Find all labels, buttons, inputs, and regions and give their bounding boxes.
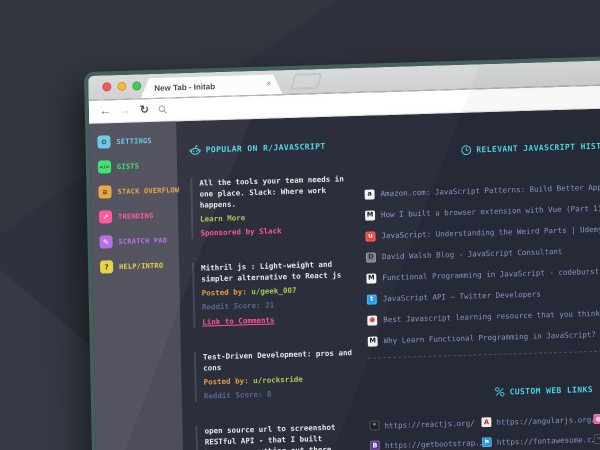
post-author[interactable]: u/rocksride bbox=[253, 375, 303, 385]
link-icon bbox=[494, 387, 504, 397]
learn-more-link[interactable]: Learn More bbox=[200, 209, 353, 225]
sidebar-item-label: HELP/INTRO bbox=[119, 261, 163, 270]
minimize-window-button[interactable] bbox=[117, 82, 126, 91]
post-title[interactable]: open source url to screenshot RESTful AP… bbox=[204, 421, 358, 450]
reddit-post: open source url to screenshot RESTful AP… bbox=[195, 421, 358, 450]
reddit-score: Reddit Score: 21 bbox=[202, 297, 355, 313]
react-favicon-icon: * bbox=[369, 420, 379, 430]
sidebar-item-stack-overflow[interactable]: ≡ STACK OVERFLOW bbox=[90, 177, 177, 205]
browser-tab[interactable]: New Tab - Initab × bbox=[140, 74, 282, 98]
posted-by-row: Posted by: u/rocksride bbox=[203, 372, 356, 388]
sidebar-item-scratch-pad[interactable]: ✎ SCRATCH PAD bbox=[91, 227, 178, 255]
question-mark-icon: ? bbox=[100, 260, 113, 273]
amazon-favicon-icon: a bbox=[365, 189, 375, 199]
trending-chart-icon: ↗ bbox=[99, 210, 112, 223]
reddit-section-header: POPULAR ON R/JAVASCRIPT bbox=[190, 140, 352, 156]
right-column: RELEVANT JAVASCRIPT HISTORY a Amazon.com… bbox=[363, 104, 600, 450]
window-controls bbox=[102, 81, 141, 91]
browser-window: New Tab - Initab × ← → ↻ ⚙ bbox=[84, 55, 600, 450]
stack-icon: ≡ bbox=[98, 185, 111, 198]
reload-icon[interactable]: ↻ bbox=[140, 105, 149, 116]
sponsored-link[interactable]: Sponsored by Slack bbox=[200, 223, 353, 239]
posted-by-label: Posted by: bbox=[202, 287, 247, 297]
sidebar: ⚙ SETTINGS </> GISTS ≡ STACK OVERFLOW ↗ … bbox=[89, 121, 184, 450]
section-title: RELEVANT JAVASCRIPT HISTORY bbox=[476, 141, 600, 154]
sidebar-item-label: TRENDING bbox=[118, 212, 153, 221]
sidebar-item-label: GISTS bbox=[117, 162, 139, 171]
angular-favicon-icon: A bbox=[481, 417, 491, 427]
dark-site-favicon-icon: ⚑ bbox=[594, 434, 600, 444]
history-link-text: How I built a browser extension with Vue… bbox=[381, 203, 600, 220]
code-icon: </> bbox=[98, 160, 111, 173]
medium-favicon-icon: M bbox=[366, 273, 376, 283]
custom-link[interactable]: ⚑ https://fontawesome.c… bbox=[482, 434, 594, 447]
twitter-favicon-icon: t bbox=[367, 294, 377, 304]
tab-title: New Tab - Initab bbox=[154, 82, 215, 93]
custom-links-section-header: CUSTOM WEB LINKS bbox=[369, 379, 600, 401]
history-section-header: RELEVANT JAVASCRIPT HISTORY bbox=[364, 136, 600, 159]
custom-link-text: https://angularjs.org/ bbox=[496, 415, 593, 427]
history-link-text: Best Javascript learning resource that y… bbox=[383, 308, 600, 325]
sponsored-post: All the tools your team needs in one pla… bbox=[190, 173, 353, 239]
custom-link[interactable]: ⚑ https:// bbox=[594, 431, 600, 444]
custom-links-grid: * https://reactjs.org/ A https://angular… bbox=[369, 409, 600, 450]
sidebar-item-label: SCRATCH PAD bbox=[118, 236, 167, 245]
custom-link[interactable]: ● https:// bbox=[593, 411, 600, 424]
sidebar-item-label: SETTINGS bbox=[116, 137, 151, 146]
history-link-text: Amazon.com: JavaScript Patterns: Build B… bbox=[381, 182, 600, 199]
reddit-column: POPULAR ON R/JAVASCRIPT All the tools yo… bbox=[189, 116, 359, 450]
custom-link[interactable]: B https://getbootstrap.… bbox=[370, 437, 482, 450]
sidebar-item-trending[interactable]: ↗ TRENDING bbox=[91, 202, 178, 230]
davidwalsh-favicon-icon: D bbox=[366, 252, 376, 262]
reddit-score: Reddit Score: 8 bbox=[204, 386, 357, 402]
close-tab-icon[interactable]: × bbox=[266, 78, 271, 89]
sidebar-item-help-intro[interactable]: ? HELP/INTRO bbox=[92, 252, 179, 280]
history-list: a Amazon.com: JavaScript Patterns: Build… bbox=[364, 172, 600, 352]
section-title: CUSTOM WEB LINKS bbox=[509, 385, 593, 396]
post-title[interactable]: Mithril js : Light-weight and simpler al… bbox=[201, 258, 354, 285]
forward-icon: → bbox=[120, 105, 131, 116]
sidebar-item-settings[interactable]: ⚙ SETTINGS bbox=[89, 127, 176, 155]
history-link-text: Why Learn Functional Programming in Java… bbox=[384, 329, 600, 346]
medium-favicon-icon: M bbox=[365, 210, 375, 220]
reddit-post: Test-Driven Development: pros and cons P… bbox=[194, 347, 357, 402]
custom-link-text: https://getbootstrap.… bbox=[385, 438, 482, 450]
desktop-background: New Tab - Initab × ← → ↻ ⚙ bbox=[0, 0, 600, 450]
main-content: POPULAR ON R/JAVASCRIPT All the tools yo… bbox=[176, 107, 600, 450]
search-icon bbox=[158, 105, 168, 115]
custom-link-text: https://fontawesome.c… bbox=[497, 435, 594, 447]
back-icon[interactable]: ← bbox=[100, 106, 111, 117]
posted-by-label: Posted by: bbox=[203, 376, 248, 386]
history-link-text: Functional Programming in JavaScript - c… bbox=[382, 267, 599, 282]
fontawesome-favicon-icon: ⚑ bbox=[482, 437, 492, 447]
medium-favicon-icon: M bbox=[368, 336, 378, 346]
history-link-text: David Walsh Blog - JavaScript Consultant bbox=[382, 247, 563, 261]
custom-link-text: https://reactjs.org/ bbox=[384, 418, 474, 430]
post-title[interactable]: Test-Driven Development: pros and cons bbox=[203, 347, 356, 374]
sidebar-item-gists[interactable]: </> GISTS bbox=[90, 152, 177, 180]
bootstrap-favicon-icon: B bbox=[370, 440, 380, 450]
sidebar-item-label: STACK OVERFLOW bbox=[117, 186, 179, 196]
history-link-text: JavaScript API — Twitter Developers bbox=[383, 290, 541, 304]
reddit-alien-icon bbox=[190, 145, 201, 156]
section-title: POPULAR ON R/JAVASCRIPT bbox=[206, 142, 326, 155]
new-tab-button[interactable] bbox=[290, 73, 323, 90]
comments-link[interactable]: Link to Comments bbox=[202, 312, 355, 328]
pencil-icon: ✎ bbox=[99, 235, 112, 248]
reddit-post: Mithril js : Light-weight and simpler al… bbox=[192, 258, 355, 328]
pink-site-favicon-icon: ● bbox=[593, 414, 600, 424]
custom-link[interactable]: * https://reactjs.org/ bbox=[369, 417, 481, 430]
udemy-favicon-icon: u bbox=[365, 231, 375, 241]
posted-by-row: Posted by: u/geek_007 bbox=[202, 283, 355, 299]
maximize-window-button[interactable] bbox=[132, 81, 141, 90]
custom-link[interactable]: A https://angularjs.org/ bbox=[481, 414, 593, 427]
reddit-favicon-icon: ● bbox=[367, 315, 377, 325]
post-author[interactable]: u/geek_007 bbox=[251, 286, 296, 296]
post-title[interactable]: All the tools your team needs in one pla… bbox=[199, 173, 353, 211]
close-window-button[interactable] bbox=[102, 82, 111, 91]
history-link-text: JavaScript: Understanding the Weird Part… bbox=[381, 225, 600, 241]
gear-icon: ⚙ bbox=[97, 135, 110, 148]
clock-icon bbox=[460, 145, 471, 156]
